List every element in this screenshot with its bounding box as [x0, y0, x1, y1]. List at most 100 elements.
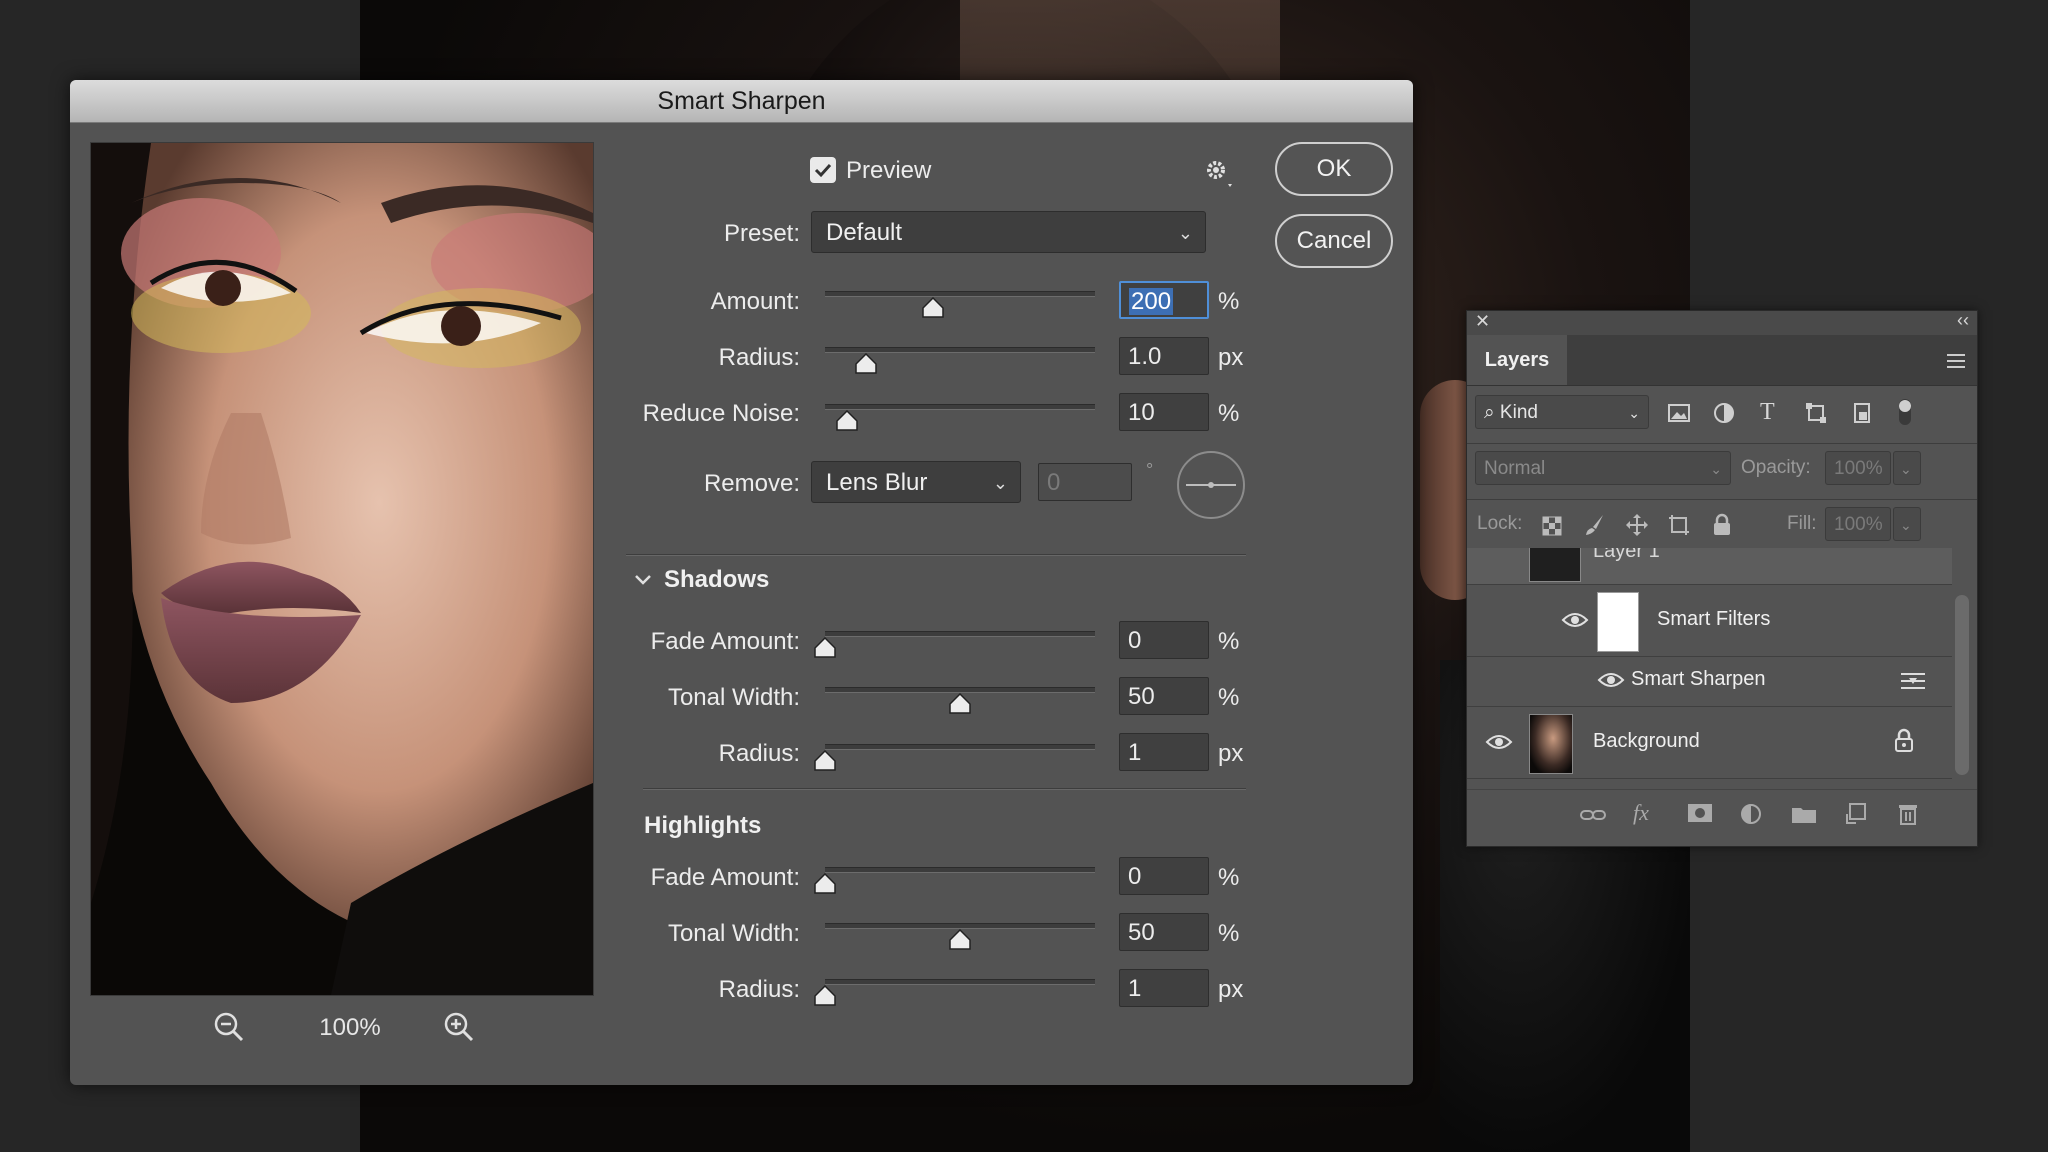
radius-input[interactable]: 1.0 — [1119, 337, 1209, 375]
reduce-noise-slider-track[interactable] — [825, 404, 1095, 410]
highlights-tonal-width-thumb[interactable] — [949, 929, 971, 951]
zoom-level: 100% — [319, 1014, 381, 1041]
eye-icon[interactable] — [1597, 670, 1625, 690]
amount-unit: % — [1218, 288, 1240, 315]
reduce-noise-slider-thumb[interactable] — [835, 410, 858, 432]
layer-thumbnail — [1529, 548, 1581, 582]
eye-icon[interactable] — [1561, 610, 1589, 630]
amount-slider-thumb[interactable] — [922, 297, 944, 319]
shadows-radius-input[interactable]: 1 — [1119, 733, 1209, 771]
layer-list-scrollbar[interactable] — [1955, 595, 1969, 775]
cancel-button[interactable]: Cancel — [1275, 214, 1393, 268]
highlights-radius-input[interactable]: 1 — [1119, 969, 1209, 1007]
filter-mask-thumbnail[interactable] — [1597, 592, 1639, 652]
eye-icon[interactable] — [1485, 732, 1513, 752]
shadows-fade-amount-track[interactable] — [825, 631, 1095, 637]
highlights-radius-unit: px — [1218, 976, 1244, 1003]
amount-label: Amount: — [710, 288, 800, 315]
amount-slider-track[interactable] — [825, 291, 1095, 297]
fill-dropdown[interactable]: ⌄ — [1893, 507, 1921, 541]
highlights-fade-amount-track[interactable] — [825, 867, 1095, 873]
dialog-title: Smart Sharpen — [70, 80, 1413, 123]
blend-row: Normal ⌄ Opacity: 100% ⌄ — [1467, 445, 1977, 493]
panel-header: ✕ ‹‹ — [1467, 310, 1977, 335]
highlights-radius-track[interactable] — [825, 979, 1095, 985]
background-layer-name: Background — [1593, 730, 1700, 752]
adjustment-layer-icon[interactable] — [1739, 802, 1763, 826]
highlights-fade-amount-input[interactable]: 0 — [1119, 857, 1209, 895]
blending-options-icon[interactable] — [1899, 670, 1927, 692]
smart-filters-row[interactable]: Smart Filters — [1467, 584, 1952, 657]
blend-mode-select[interactable]: Normal ⌄ — [1475, 451, 1731, 485]
adjustment-filter-icon[interactable] — [1713, 402, 1735, 424]
panel-tabbar: Layers — [1467, 335, 1977, 386]
lock-all-icon[interactable] — [1711, 513, 1733, 537]
preview-label: Preview — [846, 157, 932, 184]
highlights-fade-amount-unit: % — [1218, 864, 1240, 891]
opacity-dropdown[interactable]: ⌄ — [1893, 451, 1921, 485]
shape-filter-icon[interactable] — [1805, 402, 1827, 424]
reduce-noise-unit: % — [1218, 400, 1240, 427]
filter-toggle-icon[interactable] — [1897, 397, 1913, 427]
chevron-down-icon: ⌄ — [1628, 405, 1640, 421]
shadows-tonal-width-input[interactable]: 50 — [1119, 677, 1209, 715]
lock-icon[interactable] — [1893, 728, 1915, 754]
reduce-noise-input[interactable]: 10 — [1119, 393, 1209, 431]
highlights-radius-thumb[interactable] — [814, 985, 836, 1007]
shadows-fade-amount-label: Fade Amount: — [650, 628, 800, 655]
shadows-section-title[interactable]: Shadows — [664, 566, 769, 594]
layer-row-layer-1[interactable]: Layer 1 — [1467, 548, 1952, 585]
highlights-fade-amount-label: Fade Amount: — [650, 864, 800, 891]
highlights-section-title[interactable]: Highlights — [644, 812, 761, 840]
opacity-input[interactable]: 100% — [1825, 451, 1891, 485]
lock-position-move-icon[interactable] — [1625, 513, 1649, 537]
smart-sharpen-dialog: Smart Sharpen 100% Preview OK Cancel Pre… — [70, 80, 1413, 1085]
smart-filters-label: Smart Filters — [1657, 608, 1771, 630]
layer-row-background[interactable]: Background — [1467, 706, 1952, 779]
shadows-tonal-width-thumb[interactable] — [949, 693, 971, 715]
radius-slider-thumb[interactable] — [854, 353, 877, 375]
highlights-tonal-width-label: Tonal Width: — [667, 920, 800, 947]
fill-input[interactable]: 100% — [1825, 507, 1891, 541]
type-filter-icon[interactable]: T — [1760, 399, 1775, 426]
amount-input[interactable]: 200 — [1119, 281, 1209, 319]
panel-menu-icon[interactable] — [1945, 353, 1967, 369]
ok-button[interactable]: OK — [1275, 142, 1393, 196]
trash-icon[interactable] — [1897, 802, 1919, 826]
shadows-fade-amount-input[interactable]: 0 — [1119, 621, 1209, 659]
fx-icon[interactable]: fx — [1633, 800, 1649, 826]
smart-object-filter-icon[interactable] — [1851, 402, 1873, 424]
zoom-controls: 100% — [210, 1008, 510, 1048]
chevron-down-icon[interactable] — [633, 570, 653, 590]
remove-label: Remove: — [703, 470, 800, 497]
preview-image[interactable] — [90, 142, 594, 996]
zoom-in-icon[interactable] — [440, 1008, 480, 1048]
lock-artboard-icon[interactable] — [1667, 513, 1691, 537]
folder-icon[interactable] — [1791, 804, 1817, 824]
add-mask-icon[interactable] — [1687, 802, 1713, 824]
close-icon[interactable]: ✕ — [1475, 311, 1490, 332]
zoom-out-icon[interactable] — [210, 1008, 250, 1048]
remove-select[interactable]: Lens Blur ⌄ — [811, 461, 1021, 503]
collapse-icon[interactable]: ‹‹ — [1957, 310, 1969, 331]
highlights-tonal-width-input[interactable]: 50 — [1119, 913, 1209, 951]
lock-transparent-icon[interactable] — [1541, 515, 1563, 537]
separator — [626, 554, 1246, 556]
angle-input[interactable]: 0 — [1038, 463, 1132, 501]
gear-icon[interactable] — [1202, 156, 1236, 190]
highlights-fade-amount-thumb[interactable] — [814, 873, 836, 895]
preset-select[interactable]: Default ⌄ — [811, 211, 1206, 253]
shadows-radius-thumb[interactable] — [814, 750, 836, 772]
tab-layers[interactable]: Layers — [1467, 335, 1567, 385]
shadows-radius-track[interactable] — [825, 744, 1095, 750]
filter-kind-select[interactable]: ⌕ Kind ⌄ — [1475, 395, 1649, 429]
new-layer-icon[interactable] — [1845, 802, 1867, 826]
shadows-fade-amount-thumb[interactable] — [814, 637, 836, 659]
preview-checkbox[interactable] — [810, 157, 836, 183]
lock-pixels-brush-icon[interactable] — [1583, 513, 1607, 537]
image-filter-icon[interactable] — [1667, 403, 1691, 423]
layer-name: Layer 1 — [1593, 548, 1660, 562]
link-layers-icon[interactable] — [1579, 806, 1607, 824]
smart-sharpen-row[interactable]: Smart Sharpen — [1467, 656, 1952, 707]
angle-dial-icon[interactable] — [1176, 450, 1246, 520]
